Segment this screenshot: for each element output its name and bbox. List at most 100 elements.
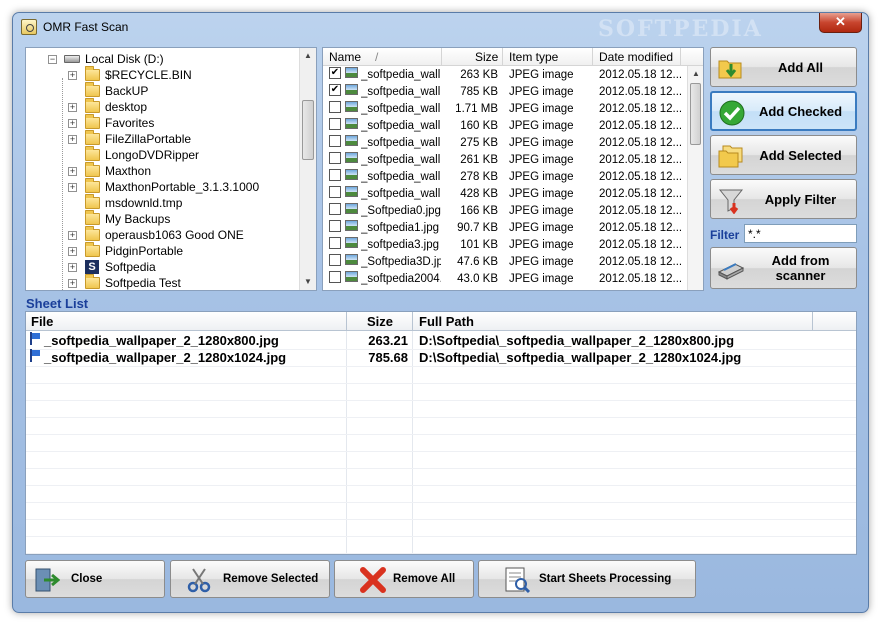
file-row[interactable]: ✔ _softpedia_wall... 263 KB JPEG image 2012.…	[323, 67, 689, 84]
expand-icon[interactable]: +	[68, 71, 77, 80]
add-checked-button[interactable]: Add Checked	[710, 91, 857, 131]
tree-item[interactable]: + PidginPortable	[26, 242, 301, 259]
add-selected-button[interactable]: Add Selected	[710, 135, 857, 175]
file-checkbox[interactable]	[329, 271, 341, 283]
file-row[interactable]: _softpedia_wall... 278 KB JPEG image 2012.0…	[323, 169, 689, 186]
file-scroll-thumb[interactable]	[690, 83, 701, 145]
col-size-header[interactable]: Size	[367, 314, 393, 329]
col-type-header[interactable]: Item type	[509, 50, 558, 64]
scroll-down-icon[interactable]: ▼	[300, 274, 316, 290]
file-checkbox[interactable]	[329, 254, 341, 266]
file-name: _softpedia_wall...	[361, 86, 441, 98]
file-checkbox[interactable]	[329, 203, 341, 215]
file-checkbox[interactable]: ✔	[329, 84, 341, 96]
expand-icon[interactable]: +	[68, 279, 77, 288]
file-checkbox[interactable]	[329, 135, 341, 147]
tree-root-row[interactable]: − Local Disk (D:)	[26, 51, 301, 67]
file-checkbox[interactable]	[329, 169, 341, 181]
title-bar[interactable]: OMR Fast Scan SOFTPEDIA ✕	[13, 13, 868, 45]
tree-item-label: Softpedia	[105, 260, 156, 274]
remove-selected-button[interactable]: Remove Selected	[170, 560, 330, 598]
start-sheets-processing-button[interactable]: Start Sheets Processing	[478, 560, 696, 598]
expand-icon[interactable]: +	[68, 231, 77, 240]
file-row[interactable]: _Softpedia3D.jpg 47.6 KB JPEG image 2012.05…	[323, 254, 689, 271]
file-row[interactable]: _softpedia2004... 43.0 KB JPEG image 2012.0…	[323, 271, 689, 288]
expand-icon[interactable]: +	[68, 183, 77, 192]
file-checkbox[interactable]	[329, 237, 341, 249]
col-path-header[interactable]: Full Path	[419, 314, 474, 329]
file-name: _softpedia3.jpg	[361, 239, 440, 251]
col-name-header[interactable]: Name	[329, 50, 361, 64]
add-from-scanner-button[interactable]: Add from scanner	[710, 247, 857, 289]
tree-item[interactable]: + S Softpedia	[26, 259, 301, 275]
expand-icon[interactable]: +	[68, 103, 77, 112]
file-date: 2012.05.18 12...	[599, 171, 681, 183]
expand-icon[interactable]: +	[68, 263, 77, 272]
sheet-list-table[interactable]: File Size Full Path _softpedia_wallpaper…	[25, 311, 857, 555]
folder-icon	[85, 98, 100, 113]
file-type: JPEG image	[509, 86, 574, 98]
scroll-up-icon[interactable]: ▲	[300, 48, 316, 64]
file-size: 263 KB	[460, 69, 498, 81]
sheet-list-title: Sheet List	[26, 296, 89, 311]
file-checkbox[interactable]	[329, 186, 341, 198]
tree-item[interactable]: msdownld.tmp	[26, 194, 301, 211]
folder-icon	[85, 146, 100, 161]
tree-item[interactable]: + Maxthon	[26, 162, 301, 179]
expand-icon[interactable]: +	[68, 119, 77, 128]
softpedia-watermark: SOFTPEDIA	[598, 16, 763, 42]
file-row[interactable]: _softpedia_wall... 160 KB JPEG image 2012.0…	[323, 118, 689, 135]
file-row[interactable]: _softpedia_wall... 261 KB JPEG image 2012.0…	[323, 152, 689, 169]
file-row[interactable]: _Softpedia0.jpg 166 KB JPEG image 2012.05.1…	[323, 203, 689, 220]
tree-item[interactable]: + FileZillaPortable	[26, 130, 301, 147]
file-checkbox[interactable]: ✔	[329, 67, 341, 79]
file-checkbox[interactable]	[329, 220, 341, 232]
file-row[interactable]: _softpedia_wall... 275 KB JPEG image 2012.0…	[323, 135, 689, 152]
sheet-row[interactable]: _softpedia_wallpaper_2_1280x800.jpg 263.2…	[26, 332, 856, 349]
scroll-up-icon[interactable]: ▲	[688, 66, 703, 82]
file-row[interactable]: ✔ _softpedia_wall... 785 KB JPEG image 2012.…	[323, 84, 689, 101]
expand-icon[interactable]: +	[68, 135, 77, 144]
sheet-path: D:\Softpedia\_softpedia_wallpaper_2_1280…	[419, 350, 742, 365]
apply-filter-button[interactable]: Apply Filter	[710, 179, 857, 219]
file-list[interactable]: Name / Size Item type Date modified ✔ _so…	[322, 47, 704, 291]
window-close-button[interactable]: ✕	[819, 13, 862, 33]
tree-item[interactable]: + $RECYCLE.BIN	[26, 66, 301, 83]
col-date-header[interactable]: Date modified	[599, 50, 673, 64]
close-button[interactable]: Close	[25, 560, 165, 598]
tree-item-label: PidginPortable	[105, 244, 184, 258]
tree-item-label: msdownld.tmp	[105, 196, 183, 210]
file-checkbox[interactable]	[329, 101, 341, 113]
tree-item[interactable]: My Backups	[26, 210, 301, 227]
tree-item[interactable]: + Softpedia Test	[26, 274, 301, 290]
expand-icon[interactable]: +	[68, 247, 77, 256]
tree-item[interactable]: + operausb1063 Good ONE	[26, 226, 301, 243]
folder-icon	[85, 130, 100, 145]
sort-indicator-icon: /	[375, 50, 379, 64]
tree-scroll-thumb[interactable]	[302, 100, 314, 160]
tree-item[interactable]: BackUP	[26, 82, 301, 99]
tree-item[interactable]: + MaxthonPortable_3.1.3.1000	[26, 178, 301, 195]
tree-item[interactable]: + Favorites	[26, 114, 301, 131]
file-list-scrollbar[interactable]: ▲	[687, 66, 703, 290]
file-checkbox[interactable]	[329, 152, 341, 164]
add-all-button[interactable]: Add All	[710, 47, 857, 87]
jpeg-image-icon	[345, 169, 358, 180]
filter-input[interactable]	[744, 224, 857, 243]
file-row[interactable]: _softpedia3.jpg 101 KB JPEG image 2012.05.1…	[323, 237, 689, 254]
tree-scrollbar[interactable]: ▲ ▼	[299, 48, 316, 290]
folder-tree[interactable]: − Local Disk (D:) + $RECYCLE.BIN BackUP + de…	[25, 47, 317, 291]
file-row[interactable]: _softpedia_wall... 1.71 MB JPEG image 2012.…	[323, 101, 689, 118]
tree-item[interactable]: LongoDVDRipper	[26, 146, 301, 163]
collapse-icon[interactable]: −	[48, 55, 57, 64]
file-type: JPEG image	[509, 103, 574, 115]
file-row[interactable]: _softpedia1.jpg 90.7 KB JPEG image 2012.05.…	[323, 220, 689, 237]
file-checkbox[interactable]	[329, 118, 341, 130]
col-size-header[interactable]: Size	[475, 50, 498, 64]
col-file-header[interactable]: File	[31, 314, 53, 329]
remove-all-button[interactable]: Remove All	[334, 560, 474, 598]
file-row[interactable]: _softpedia_wall... 428 KB JPEG image 2012.0…	[323, 186, 689, 203]
expand-icon[interactable]: +	[68, 167, 77, 176]
sheet-row[interactable]: _softpedia_wallpaper_2_1280x1024.jpg 785.…	[26, 349, 856, 366]
tree-item[interactable]: + desktop	[26, 98, 301, 115]
